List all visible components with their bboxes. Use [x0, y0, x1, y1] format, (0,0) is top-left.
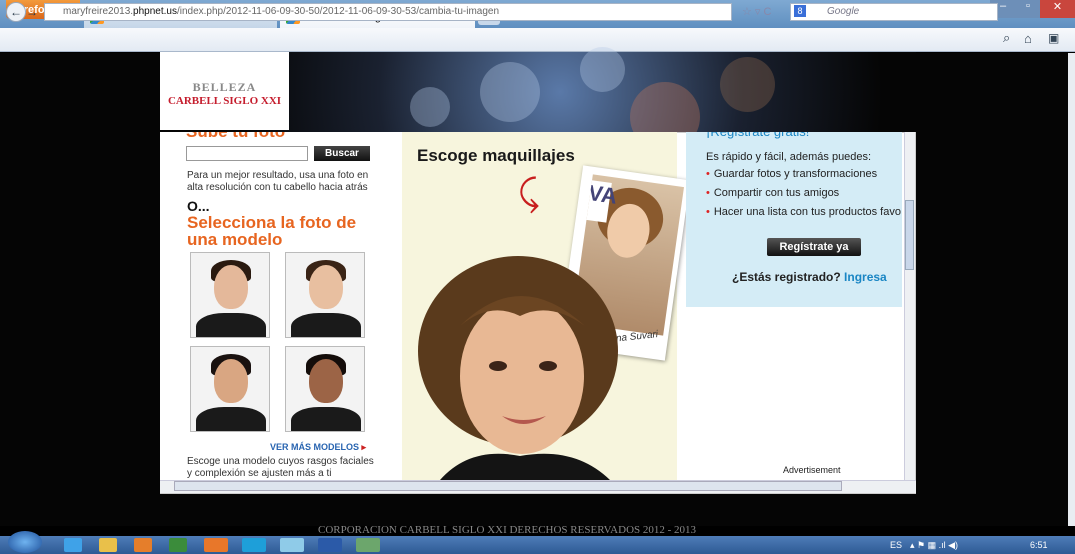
logo-line2: CARBELL SIGLO XXI — [167, 95, 282, 107]
register-intro: Es rápido y fácil, además puedes: — [706, 151, 872, 163]
skype-icon[interactable] — [242, 538, 266, 552]
benefit-item: • Hacer una lista con tus productos favo — [706, 206, 901, 218]
firefox-taskbar-icon[interactable] — [204, 538, 228, 552]
site-logo[interactable]: BELLEZA CARBELL SIGLO XXI — [160, 52, 289, 130]
choose-model-text: Escoge una modelo cuyos rasgos faciales … — [187, 456, 374, 479]
url-domain: phpnet.us — [133, 6, 177, 17]
url-prefix: maryfreire2013. — [63, 6, 134, 17]
model-photo[interactable] — [190, 252, 270, 338]
tray-icons[interactable]: ▴ ⚑ ▦ .ıl ◀) — [910, 540, 958, 551]
frame-vertical-scrollbar[interactable] — [904, 132, 915, 480]
media-icon[interactable] — [134, 538, 152, 552]
forward-icon[interactable]: → — [26, 5, 38, 19]
bookmark-star-icon[interactable]: ☆ ▿ C — [742, 5, 771, 18]
more-models-label: VER MÁS MODELOS — [270, 442, 360, 452]
bookmarks-icon[interactable]: ▣ — [1048, 31, 1059, 45]
model-photo[interactable] — [190, 346, 270, 432]
explorer-icon[interactable] — [99, 538, 117, 552]
model-photo[interactable] — [285, 346, 365, 432]
start-button[interactable] — [8, 531, 42, 553]
login-link[interactable]: Ingresa — [844, 270, 887, 284]
more-models-arrow-icon: ▸ — [361, 442, 367, 452]
scrollbar-thumb[interactable] — [174, 481, 842, 491]
home-icon[interactable]: ⌂ — [1024, 31, 1032, 46]
url-path: /index.php/2012-11-06-09-30-50/2012-11-0… — [176, 6, 500, 17]
chrome-icon[interactable] — [169, 538, 187, 552]
close-window-icon[interactable]: ✕ — [1040, 0, 1075, 18]
upload-title: Sube tu foto — [186, 132, 285, 140]
benefit-label: Compartir con tus amigos — [713, 187, 840, 199]
scrollbar-thumb[interactable] — [905, 200, 914, 270]
logo-line1: BELLEZA — [192, 80, 257, 94]
makeup-title: Escoge maquillajes — [417, 146, 575, 165]
magnifier-icon[interactable]: ⌕ — [1003, 30, 1010, 46]
model-main-photo — [418, 256, 618, 480]
or-label: O... — [187, 198, 210, 214]
register-button[interactable]: Regístrate ya — [767, 238, 861, 256]
curved-arrow-icon: ⤹ — [518, 172, 540, 213]
file-input[interactable] — [186, 146, 308, 161]
benefit-label: Hacer una lista con tus productos favo — [713, 206, 901, 218]
ie-icon[interactable] — [64, 538, 82, 552]
benefit-item: • Compartir con tus amigos — [706, 187, 840, 199]
url-bar[interactable]: maryfreire2013.phpnet.us/index.php/2012-… — [44, 3, 732, 21]
back-icon[interactable]: ← — [6, 2, 26, 22]
model-photo[interactable] — [285, 252, 365, 338]
search-button[interactable]: Buscar — [314, 146, 370, 161]
maximize-icon[interactable]: ▫ — [1016, 0, 1040, 18]
ad-label: Advertisement — [783, 465, 841, 475]
login-prompt: ¿Estás registrado? Ingresa — [732, 270, 887, 284]
network-icon[interactable] — [280, 538, 304, 552]
word-icon[interactable] — [318, 538, 342, 552]
select-model-title: Selecciona la foto de una modelo — [187, 213, 357, 249]
app-icon[interactable] — [356, 538, 380, 552]
register-title: ¡Regístrate gratis! — [706, 132, 809, 140]
footer-text: CORPORACION CARBELL SIGLO XXI DERECHOS R… — [318, 524, 697, 536]
upload-tip: Para un mejor resultado, usa una foto en… — [187, 170, 369, 193]
navigation-bar — [0, 28, 1075, 52]
more-models-link[interactable]: VER MÁS MODELOS ▸ — [270, 442, 366, 453]
search-input[interactable]: Google — [790, 3, 998, 21]
clock[interactable]: 6:51 — [1030, 540, 1048, 550]
language-indicator[interactable]: ES — [890, 540, 902, 550]
page-scrollbar[interactable] — [1068, 53, 1075, 526]
benefit-item: • Guardar fotos y transformaciones — [706, 168, 878, 180]
registered-question: ¿Estás registrado? — [732, 270, 841, 284]
search-placeholder: Google — [827, 6, 860, 17]
google-icon: 8 — [794, 5, 806, 17]
benefit-label: Guardar fotos y transformaciones — [713, 168, 878, 180]
